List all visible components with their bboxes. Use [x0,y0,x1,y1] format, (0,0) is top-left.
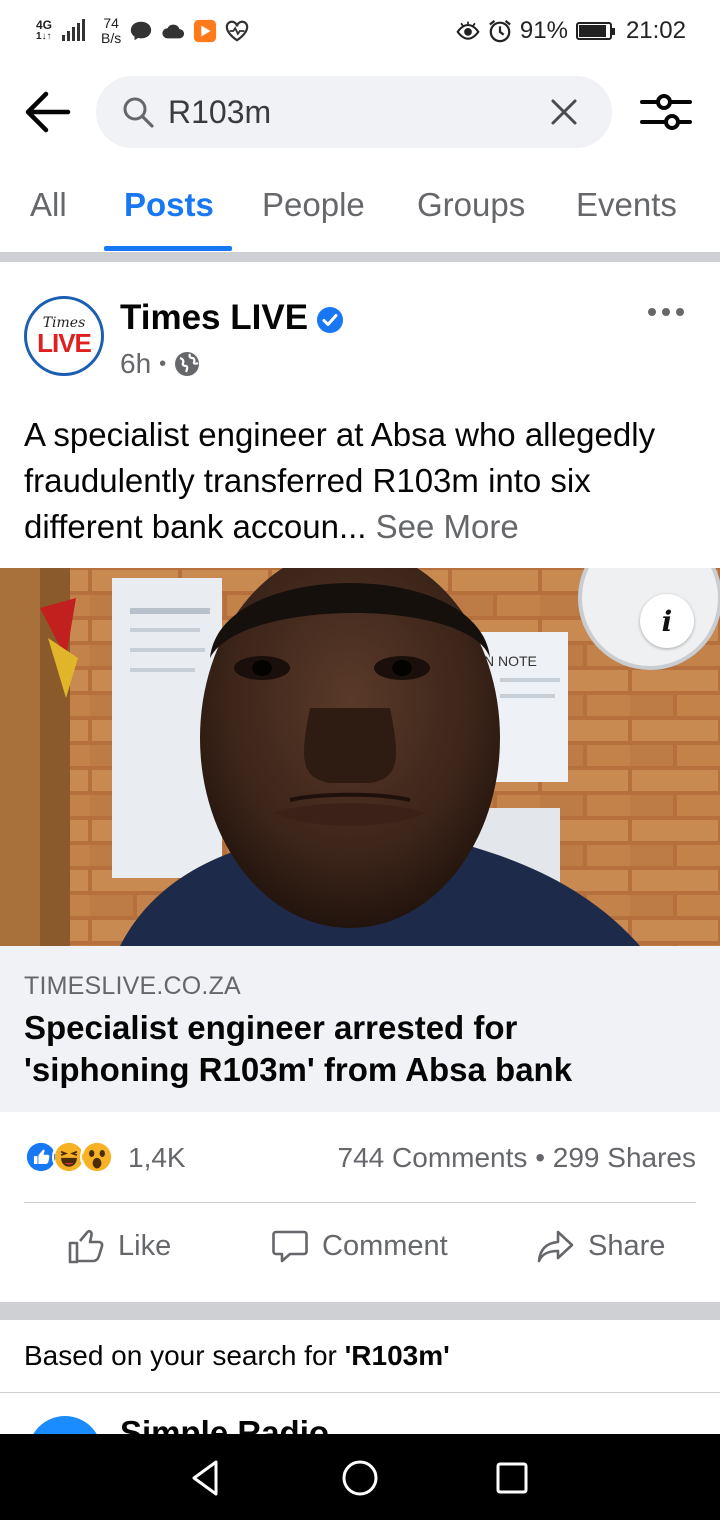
alarm-icon [488,19,512,43]
link-title: Specialist engineer arrested for 'siphon… [24,1009,573,1088]
post-image[interactable]: N NOTE [0,568,720,946]
notice-sign-text: N NOTE [484,653,537,669]
man-portrait-image: N NOTE [0,568,720,946]
tab-posts[interactable]: Posts [124,186,214,224]
post-header: Times LIVE Times LIVE 6h • [0,290,720,390]
suggestion-query: 'R103m' [344,1340,450,1371]
clear-search-button[interactable] [546,94,582,130]
share-label: Share [588,1229,666,1262]
shares-count[interactable]: 299 Shares [553,1142,696,1173]
info-icon: i [661,604,673,638]
engagement-stats: 744 Comments • 299 Shares [338,1142,696,1174]
post-actions: Like Comment Share [0,1218,720,1280]
like-label: Like [118,1229,172,1262]
next-result-name: Simple Radio [120,1414,330,1434]
next-result-item[interactable]: Simple Radio [0,1400,720,1434]
post-body[interactable]: A specialist engineer at Absa who allege… [24,412,700,550]
signal-icon [62,19,86,41]
suggestion-prefix: Based on your search for [24,1340,345,1371]
page-avatar[interactable]: Times LIVE [24,296,104,376]
messenger-icon [129,19,153,43]
post-timestamp[interactable]: 6h [120,348,151,380]
section-divider [0,252,720,262]
post-meta: 6h • [120,348,200,380]
video-app-icon [193,19,217,43]
battery-percent: 91% [519,17,568,44]
share-arrow-icon [537,1230,574,1263]
search-tabs: All Posts People Groups Events [0,172,720,252]
health-icon [225,19,249,43]
search-input[interactable]: R103m [96,76,612,148]
tab-all[interactable]: All [30,186,67,224]
battery-fill [578,25,607,37]
engagement-separator: • [535,1142,545,1173]
post-text: A specialist engineer at Absa who allege… [24,416,656,545]
wow-reaction-icon [80,1140,114,1174]
comment-bubble-icon [272,1230,308,1263]
nav-recents-icon[interactable] [490,1456,534,1500]
filter-sliders-icon [640,94,692,130]
eye-comfort-icon [456,19,480,43]
link-preview[interactable]: TIMESLIVE.CO.ZA Specialist engineer arre… [0,946,720,1112]
verified-badge-icon [317,307,343,333]
search-icon [123,97,154,128]
network-type-label: 4G [36,18,53,32]
back-arrow-icon [25,91,71,133]
network-type: 4G 1↓↑ [36,19,52,43]
network-speed-value: 74 [103,15,119,31]
thumbs-up-icon [68,1229,104,1264]
post-divider [0,1302,720,1320]
page-name-link[interactable]: Times LIVE [120,298,308,338]
system-nav-bar [0,1434,720,1520]
filter-button[interactable] [638,92,694,132]
status-time: 21:02 [625,17,686,44]
reactions-divider [24,1202,696,1203]
status-bar: 4G 1↓↑ 74 B/s 91% 21:02 [0,0,720,62]
back-button[interactable] [24,90,72,134]
reaction-count[interactable]: 1,4K [128,1142,186,1174]
network-activity-label: 1↓↑ [36,31,52,42]
like-button[interactable]: Like [66,1226,171,1266]
suggestion-divider [0,1392,720,1393]
ad-info-button[interactable]: i [640,594,694,648]
avatar-logo-text-bottom: LIVE [37,328,92,358]
see-more-link[interactable]: See More [376,508,519,545]
active-tab-indicator [104,246,232,251]
reactions-summary: 1,4K 744 Comments • 299 Shares [24,1136,696,1180]
tab-events[interactable]: Events [576,186,677,224]
public-globe-icon [175,352,200,376]
status-right: 91% 21:02 [456,17,686,45]
link-domain: TIMESLIVE.CO.ZA [24,972,241,1000]
meta-separator: • [159,352,167,375]
network-speed: 74 B/s [101,16,121,46]
comment-label: Comment [322,1229,448,1262]
nav-home-icon[interactable] [338,1456,382,1500]
search-suggestion-header: Based on your search for 'R103m' [24,1340,450,1372]
network-speed-unit: B/s [101,30,122,46]
tab-groups[interactable]: Groups [417,186,525,224]
comment-button[interactable]: Comment [270,1226,448,1266]
next-result-avatar [28,1416,102,1434]
tab-people[interactable]: People [262,186,365,224]
share-button[interactable]: Share [536,1226,665,1266]
battery-icon [575,22,615,40]
search-query-text[interactable]: R103m [168,94,546,131]
nav-back-icon[interactable] [184,1456,228,1500]
status-left: 4G 1↓↑ 74 B/s [36,16,249,46]
search-header: R103m [0,62,720,172]
comments-count[interactable]: 744 Comments [338,1142,528,1173]
post-more-options-button[interactable] [648,298,684,326]
reaction-icons[interactable] [24,1140,114,1176]
cloud-icon [161,19,185,43]
